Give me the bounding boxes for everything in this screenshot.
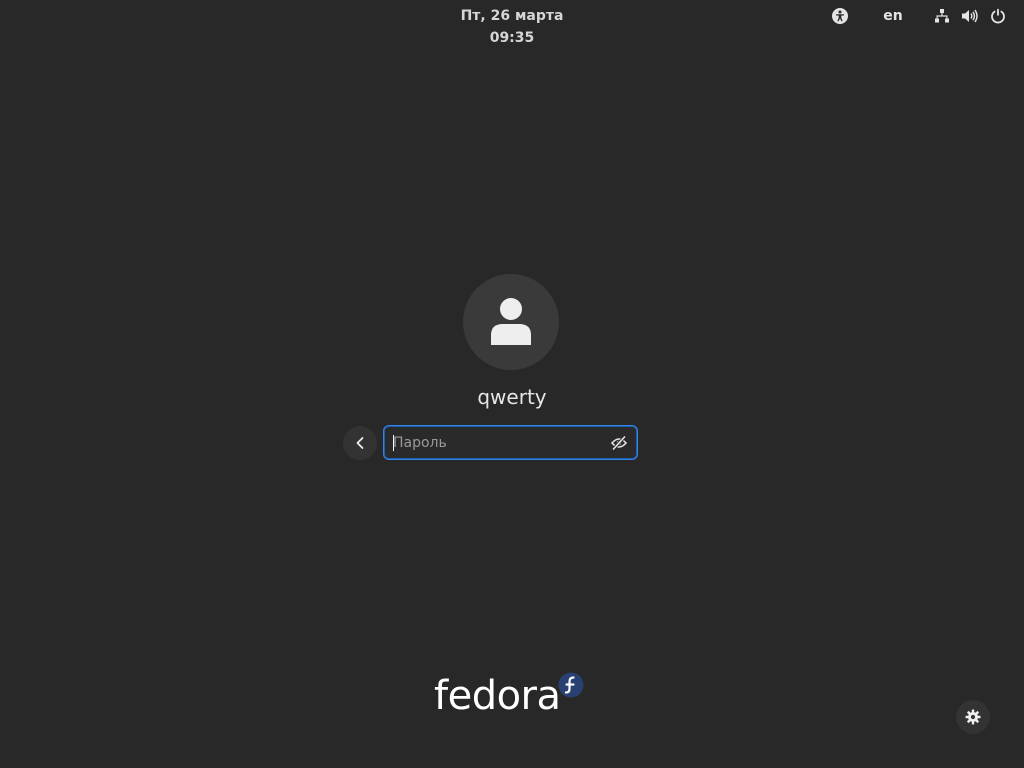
power-status (984, 4, 1012, 28)
password-input[interactable] (391, 430, 603, 456)
accessibility-menu-button[interactable] (828, 4, 852, 28)
user-icon (491, 298, 531, 345)
session-settings-button[interactable] (956, 700, 990, 734)
gear-icon (965, 709, 981, 725)
accessibility-icon (832, 8, 848, 24)
system-status-menu[interactable] (928, 4, 1016, 28)
reveal-password-button[interactable] (609, 433, 629, 453)
top-bar: Пт, 26 марта 09:35 en (0, 0, 1024, 46)
fedora-badge-icon (558, 672, 584, 698)
power-icon (991, 8, 1005, 24)
user-avatar (463, 274, 559, 370)
network-status (928, 4, 956, 28)
back-button[interactable] (343, 426, 377, 460)
volume-status (956, 4, 984, 28)
password-entry[interactable] (383, 425, 638, 460)
logo-wordmark: fedora (434, 673, 561, 719)
keyboard-layout-indicator[interactable]: en (876, 4, 910, 28)
eye-slash-icon (611, 436, 627, 450)
text-cursor (393, 435, 394, 451)
date-time-menu[interactable]: Пт, 26 марта 09:35 (436, 5, 588, 46)
network-icon (935, 9, 949, 23)
chevron-left-icon (356, 437, 364, 449)
login-screen: Пт, 26 марта 09:35 en qwerty fedora (0, 0, 1024, 768)
username-label: qwerty (477, 385, 547, 409)
fedora-logo: fedora (434, 670, 586, 722)
volume-icon (962, 9, 978, 23)
